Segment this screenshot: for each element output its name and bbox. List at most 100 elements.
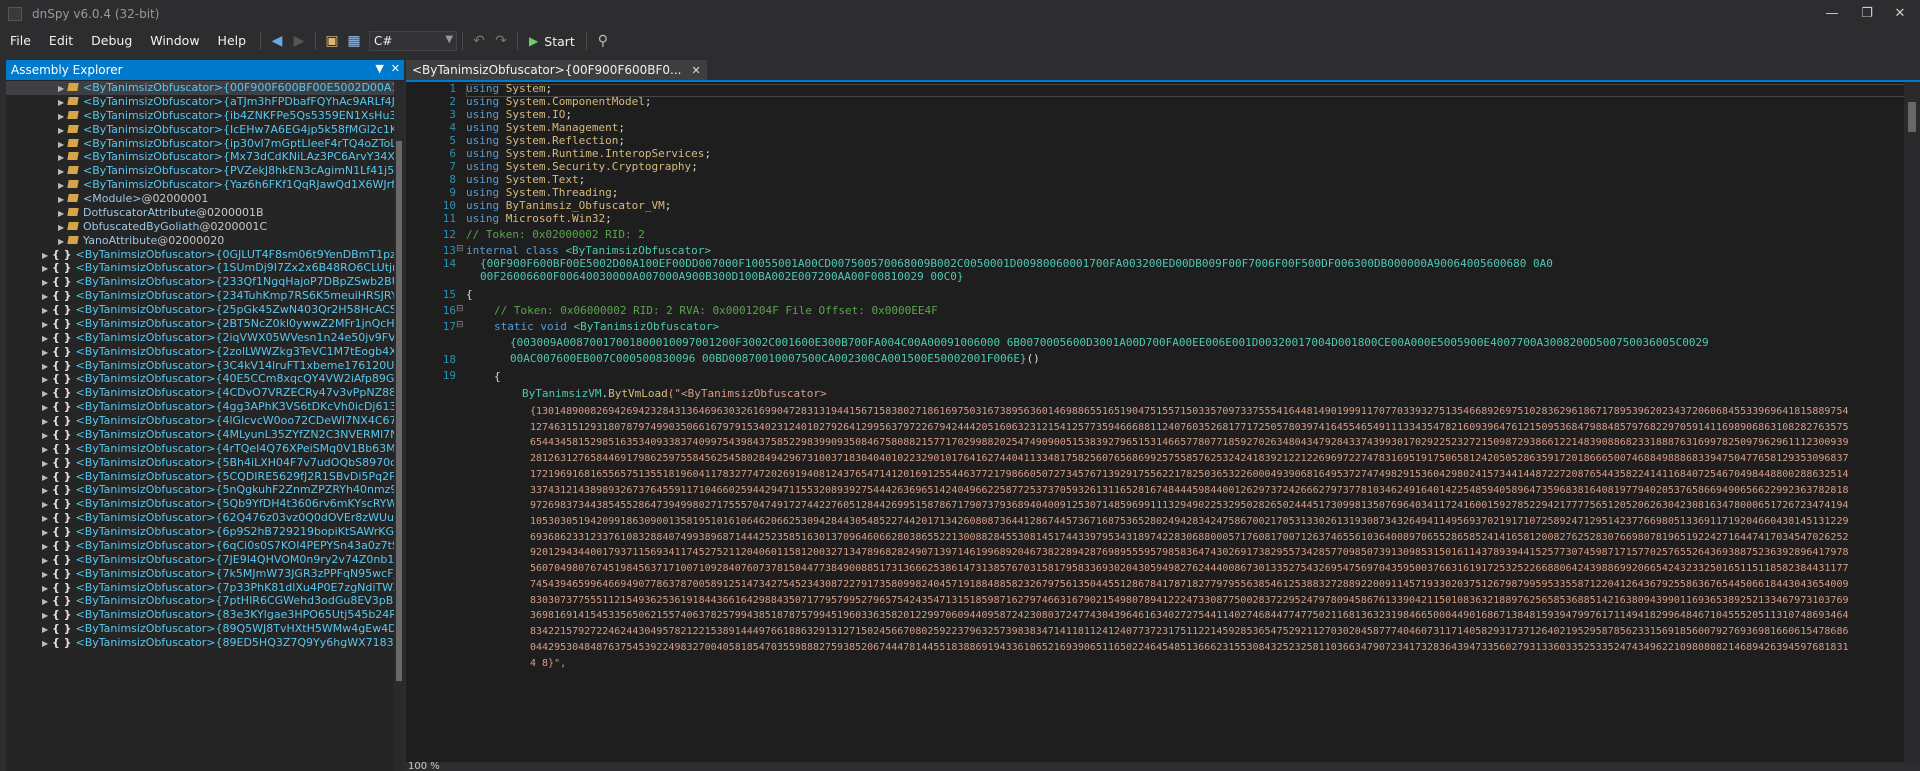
tree-node[interactable]: ▶{ } <ByTanimsizObfuscator>{4rTQeI4Q76XPe… [6, 442, 394, 456]
language-select[interactable]: C# ▼ [369, 31, 458, 51]
tree-node[interactable]: ▶{ } <ByTanimsizObfuscator>{4CDvO7VRZECRy… [6, 386, 394, 400]
tree-node[interactable]: ▶ YanoAttribute@02000020 [6, 234, 394, 248]
tree-node[interactable]: ▶{ } <ByTanimsizObfuscator>{40E5CCm8xqcQY… [6, 372, 394, 386]
search-button[interactable]: ⚲ [592, 30, 614, 52]
tree-node[interactable]: ▶{ } <ByTanimsizObfuscator>{89ED5HQ3Z7Q9Y… [6, 636, 394, 650]
tree-node[interactable]: ▶{ } <ByTanimsizObfuscator>{4gg3APhK3VS6t… [6, 400, 394, 414]
expand-arrow-icon[interactable]: ▶ [58, 207, 68, 221]
document-tab[interactable]: <ByTanimsizObfuscator>{00F900F600BF0... … [406, 60, 707, 80]
assembly-tree[interactable]: ▶ <ByTanimsizObfuscator>{00F900F600BF00E5… [6, 81, 394, 771]
menu-edit[interactable]: Edit [40, 28, 82, 54]
expand-arrow-icon[interactable]: ▶ [42, 595, 52, 609]
expand-arrow-icon[interactable]: ▶ [58, 138, 68, 152]
close-button[interactable]: ✕ [1880, 2, 1920, 26]
expand-arrow-icon[interactable]: ▶ [58, 110, 68, 124]
tree-node[interactable]: ▶{ } <ByTanimsizObfuscator>{0GJLUT4F8sm06… [6, 248, 394, 262]
expand-arrow-icon[interactable]: ▶ [42, 415, 52, 429]
expand-arrow-icon[interactable]: ▶ [42, 623, 52, 637]
redo-button[interactable]: ↷ [490, 30, 512, 52]
close-tab-icon[interactable]: ✕ [691, 64, 700, 77]
tree-node[interactable]: ▶{ } <ByTanimsizObfuscator>{4lGlcvcW0oo72… [6, 414, 394, 428]
tree-node[interactable]: ▶{ } <ByTanimsizObfuscator>{233Qf1NgqHajo… [6, 275, 394, 289]
expand-arrow-icon[interactable]: ▶ [42, 582, 52, 596]
forward-button[interactable]: ▶ [288, 30, 310, 52]
tree-node[interactable]: ▶{ } <ByTanimsizObfuscator>{83e3KYlgae3HP… [6, 608, 394, 622]
expand-arrow-icon[interactable]: ▶ [42, 457, 52, 471]
expand-arrow-icon[interactable]: ▶ [42, 304, 52, 318]
expand-arrow-icon[interactable]: ▶ [42, 526, 52, 540]
expand-arrow-icon[interactable]: ▶ [58, 96, 68, 110]
tree-node[interactable]: ▶ <ByTanimsizObfuscator>{aTJm3hFPDbafFQYh… [6, 95, 394, 109]
tree-node[interactable]: ▶{ } <ByTanimsizObfuscator>{5nQgkuhF2ZnmZ… [6, 483, 394, 497]
tree-node[interactable]: ▶{ } <ByTanimsizObfuscator>{5Bh4iLXH04F7v… [6, 456, 394, 470]
expand-arrow-icon[interactable]: ▶ [42, 540, 52, 554]
tree-node[interactable]: ▶ <ByTanimsizObfuscator>{00F900F600BF00E5… [6, 81, 394, 95]
open-button[interactable]: ▣ [321, 30, 343, 52]
expand-arrow-icon[interactable]: ▶ [42, 346, 52, 360]
tree-node[interactable]: ▶ <ByTanimsizObfuscator>{ip30vI7mGptLIeeF… [6, 137, 394, 151]
expand-arrow-icon[interactable]: ▶ [42, 484, 52, 498]
tree-node[interactable]: ▶{ } <ByTanimsizObfuscator>{62Q476z03vz0Q… [6, 511, 394, 525]
fold-toggle-icon[interactable]: ⊟ [456, 320, 466, 330]
expand-arrow-icon[interactable]: ▶ [42, 276, 52, 290]
tree-node[interactable]: ▶{ } <ByTanimsizObfuscator>{1SUmDj9I7Zx2x… [6, 261, 394, 275]
menu-file[interactable]: File [1, 28, 40, 54]
expand-arrow-icon[interactable]: ▶ [42, 443, 52, 457]
expand-arrow-icon[interactable]: ▶ [42, 318, 52, 332]
scrollbar-thumb[interactable] [1908, 102, 1916, 132]
tree-node[interactable]: ▶{ } <ByTanimsizObfuscator>{7JE9I4QHVOM0n… [6, 553, 394, 567]
menu-window[interactable]: Window [141, 28, 208, 54]
editor-scrollbar[interactable] [1904, 82, 1920, 762]
code-editor[interactable]: 1 2 3 4 5 6 7 8 9 10 11 12 13 14 15 16 17 18 19 using Syst… [406, 82, 1920, 762]
expand-arrow-icon[interactable]: ▶ [42, 360, 52, 374]
menu-help[interactable]: Help [209, 28, 256, 54]
tree-scrollbar[interactable] [394, 81, 404, 771]
start-button[interactable]: ▶ Start [523, 30, 581, 52]
minimize-button[interactable]: — [1812, 2, 1852, 26]
tree-node[interactable]: ▶ <ByTanimsizObfuscator>{PVZekJ8hkEN3cAgi… [6, 164, 394, 178]
tree-node[interactable]: ▶{ } <ByTanimsizObfuscator>{7p33PhK81dlXu… [6, 581, 394, 595]
tree-node[interactable]: ▶{ } <ByTanimsizObfuscator>{6qCi0s0S7KOI4… [6, 539, 394, 553]
expand-arrow-icon[interactable]: ▶ [42, 471, 52, 485]
menu-debug[interactable]: Debug [82, 28, 141, 54]
tree-node[interactable]: ▶{ } <ByTanimsizObfuscator>{5Qb9YfDH4t360… [6, 497, 394, 511]
tree-node[interactable]: ▶{ } <ByTanimsizObfuscator>{234TuhKmp7RS6… [6, 289, 394, 303]
expand-arrow-icon[interactable]: ▶ [58, 235, 68, 249]
tree-node[interactable]: ▶{ } <ByTanimsizObfuscator>{4MLyunL35ZYfZ… [6, 428, 394, 442]
tree-node[interactable]: ▶{ } <ByTanimsizObfuscator>{89Q5WJ8TvHXtH… [6, 622, 394, 636]
back-button[interactable]: ◀ [266, 30, 288, 52]
expand-arrow-icon[interactable]: ▶ [42, 637, 52, 651]
fold-toggle-icon[interactable]: ⊟ [456, 244, 466, 254]
tree-node[interactable]: ▶{ } <ByTanimsizObfuscator>{25pGk45ZwN403… [6, 303, 394, 317]
tree-node[interactable]: ▶{ } <ByTanimsizObfuscator>{2iqVWX05WVesn… [6, 331, 394, 345]
tree-node[interactable]: ▶{ } <ByTanimsizObfuscator>{6p9S2hB729219… [6, 525, 394, 539]
expand-arrow-icon[interactable]: ▶ [42, 429, 52, 443]
tree-node[interactable]: ▶{ } <ByTanimsizObfuscator>{7ptHIR6CGWehd… [6, 594, 394, 608]
tree-node[interactable]: ▶ <Module>@02000001 [6, 192, 394, 206]
tree-node[interactable]: ▶{ } <ByTanimsizObfuscator>{7k5MJmW73JGR3… [6, 567, 394, 581]
tree-node[interactable]: ▶ <ByTanimsizObfuscator>{ib4ZNKFPe5Qs5359… [6, 109, 394, 123]
tree-node[interactable]: ▶ ObfuscatedByGoliath@0200001C [6, 220, 394, 234]
expand-arrow-icon[interactable]: ▶ [42, 498, 52, 512]
zoom-level[interactable]: 100 % [406, 762, 466, 771]
expand-arrow-icon[interactable]: ▶ [42, 262, 52, 276]
expand-arrow-icon[interactable]: ▶ [42, 609, 52, 623]
expand-arrow-icon[interactable]: ▶ [42, 373, 52, 387]
tree-node[interactable]: ▶ <ByTanimsizObfuscator>{Mx73dCdKNiLAz3PC… [6, 150, 394, 164]
save-button[interactable]: ▦ [343, 30, 365, 52]
tree-node[interactable]: ▶{ } <ByTanimsizObfuscator>{3C4kV14lruFT1… [6, 359, 394, 373]
expand-arrow-icon[interactable]: ▶ [42, 554, 52, 568]
tree-node[interactable]: ▶ <ByTanimsizObfuscator>{Yaz6h6FKf1QqRJaw… [6, 178, 394, 192]
expand-arrow-icon[interactable]: ▶ [42, 249, 52, 263]
expand-arrow-icon[interactable]: ▶ [42, 568, 52, 582]
tree-node[interactable]: ▶{ } <ByTanimsizObfuscator>{2BT5NcZ0kl0yw… [6, 317, 394, 331]
tree-node[interactable]: ▶{ } <ByTanimsizObfuscator>{5CQDIRE5629fJ… [6, 470, 394, 484]
expand-arrow-icon[interactable]: ▶ [42, 387, 52, 401]
expand-arrow-icon[interactable]: ▶ [42, 290, 52, 304]
tree-node[interactable]: ▶ <ByTanimsizObfuscator>{IcEHw7A6EG4jp5k5… [6, 123, 394, 137]
expand-arrow-icon[interactable]: ▶ [42, 512, 52, 526]
expand-arrow-icon[interactable]: ▶ [58, 221, 68, 235]
undo-button[interactable]: ↶ [468, 30, 490, 52]
expand-arrow-icon[interactable]: ▶ [42, 401, 52, 415]
panel-header-buttons[interactable]: ▼ ✕ [375, 62, 400, 75]
